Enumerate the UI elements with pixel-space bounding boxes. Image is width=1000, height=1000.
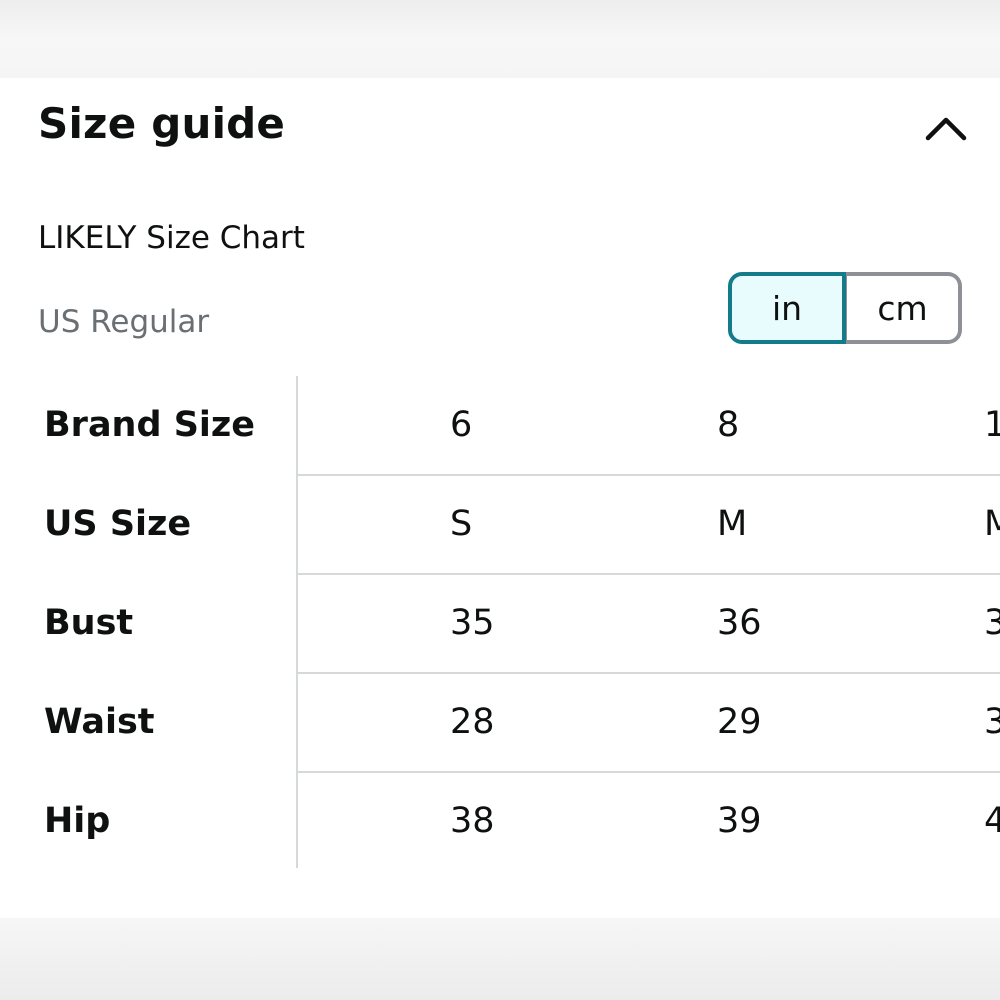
- row-header: Bust: [44, 603, 134, 643]
- table-row: Brand Size 6 8 1: [0, 376, 1000, 476]
- table-cell: 3: [984, 603, 1000, 643]
- row-header: Waist: [44, 702, 155, 742]
- row-header: US Size: [44, 504, 192, 544]
- chevron-up-icon: [925, 117, 967, 141]
- column-divider: [296, 376, 298, 868]
- unit-option-cm[interactable]: cm: [846, 272, 962, 344]
- size-chart-name: LIKELY Size Chart: [38, 220, 305, 256]
- size-region-label: US Regular: [38, 304, 210, 340]
- table-cell: M: [984, 504, 1000, 544]
- table-cell: 38: [450, 801, 495, 841]
- table-cell: S: [450, 504, 473, 544]
- size-guide-panel: Size guide LIKELY Size Chart US Regular …: [0, 78, 1000, 918]
- size-guide-title: Size guide: [38, 99, 286, 148]
- table-cell: 28: [450, 702, 495, 742]
- table-cell: 1: [984, 405, 1000, 445]
- table-cell: 35: [450, 603, 495, 643]
- table-cell: 36: [717, 603, 762, 643]
- table-cell: 8: [717, 405, 740, 445]
- size-table: Brand Size 6 8 1 US Size S M M Bust 35 3…: [0, 376, 1000, 868]
- table-cell: 6: [450, 405, 473, 445]
- table-row: Bust 35 36 3: [0, 574, 1000, 674]
- table-cell: 3: [984, 702, 1000, 742]
- page-background-bottom: [0, 918, 1000, 1000]
- unit-option-in[interactable]: in: [728, 272, 846, 344]
- unit-toggle: in cm: [728, 272, 962, 344]
- table-row: US Size S M M: [0, 475, 1000, 575]
- row-header: Brand Size: [44, 405, 256, 445]
- table-row: Waist 28 29 3: [0, 673, 1000, 773]
- table-cell: M: [717, 504, 748, 544]
- table-cell: 4: [984, 801, 1000, 841]
- table-cell: 39: [717, 801, 762, 841]
- row-header: Hip: [44, 801, 111, 841]
- collapse-button[interactable]: [918, 102, 974, 152]
- table-cell: 29: [717, 702, 762, 742]
- table-row: Hip 38 39 4: [0, 772, 1000, 870]
